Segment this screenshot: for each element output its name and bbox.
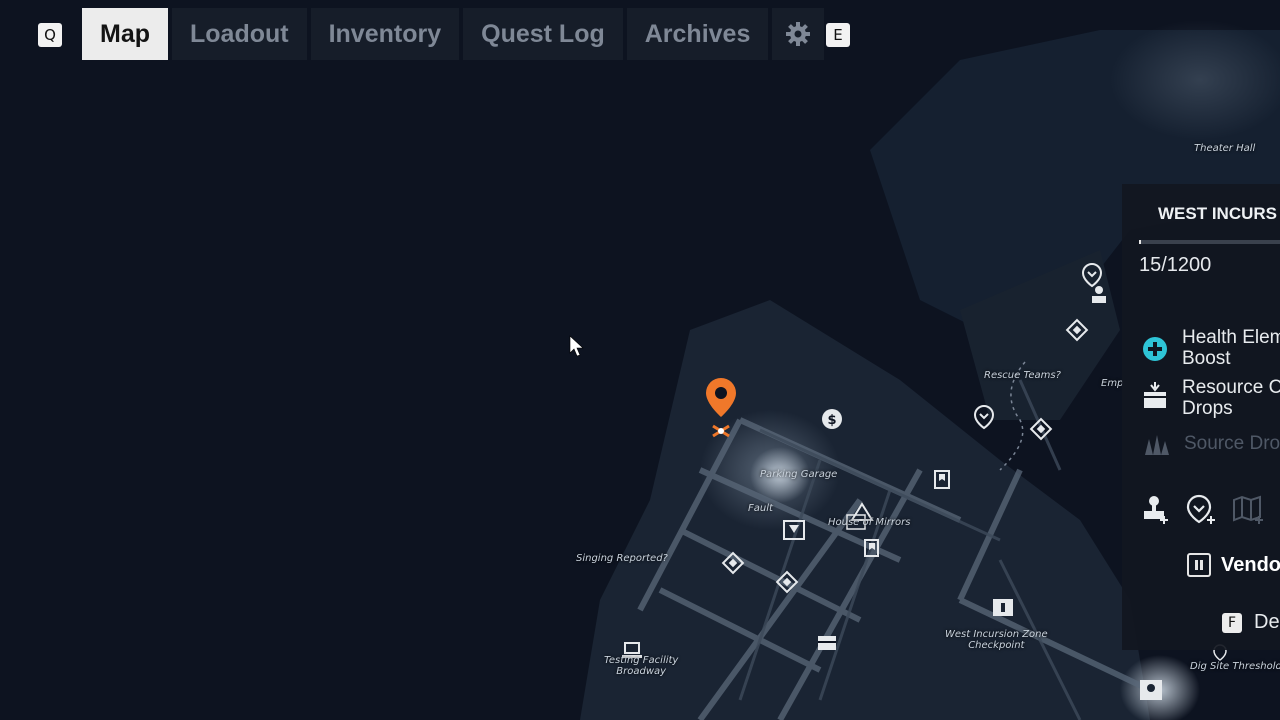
reward-source-drops: Source Dro [1142, 433, 1280, 457]
details-label: De [1254, 611, 1280, 633]
health-plus-icon [1143, 337, 1167, 361]
key-hint-e[interactable]: E [826, 23, 850, 47]
tab-settings[interactable] [772, 8, 825, 60]
reward-resource-drops: Resource C Drops [1142, 377, 1280, 419]
vendor-stall-icon[interactable] [1140, 680, 1162, 700]
gear-icon [786, 22, 811, 46]
action-icon-row [1140, 494, 1264, 524]
tab-bar: Map Loadout Inventory Quest Log Archives [82, 8, 825, 60]
tab-quest-log[interactable]: Quest Log [463, 8, 623, 60]
map-label-emp: Emp [1101, 378, 1124, 389]
map-label-parking-garage: Parking Garage [760, 469, 838, 480]
map-add-icon[interactable] [1232, 494, 1264, 524]
reward-line2: Drops [1182, 398, 1233, 419]
resource-crate-icon [1144, 382, 1166, 408]
pause-icon [1187, 553, 1211, 577]
pin-add-icon[interactable] [1186, 494, 1216, 524]
reward-line1: Health Elem [1182, 327, 1280, 348]
map-label-theater-hall: Theater Hall [1194, 143, 1256, 154]
vendor-button[interactable]: Vendo [1187, 553, 1280, 577]
map-label-testing-facility: Testing Facility Broadway [604, 655, 678, 677]
vendor-label: Vendo [1221, 553, 1280, 576]
checkpoint-icon[interactable] [993, 599, 1013, 616]
map-label-dig-site: Dig Site Threshold [1190, 661, 1280, 672]
zone-progress-fill [1139, 240, 1141, 244]
zone-title: WEST INCURS [1158, 204, 1277, 223]
key-hint-f: F [1222, 612, 1242, 633]
key-hint-q[interactable]: Q [38, 23, 62, 47]
map-label-house-of-mirrors: House of Mirrors [828, 517, 911, 528]
reward-line2: Boost [1182, 348, 1231, 369]
map-label-broadway: Broadway [616, 666, 667, 677]
map-label-rescue-teams: Rescue Teams? [984, 370, 1061, 381]
map-label-testing-facility-line1: Testing Facility [604, 655, 679, 666]
tab-inventory[interactable]: Inventory [310, 8, 460, 60]
reward-label: Health Elem Boost [1182, 327, 1280, 369]
svg-text:$: $ [827, 413, 836, 428]
reward-label: Resource C Drops [1182, 377, 1280, 419]
map-label-checkpoint-line1: West Incursion Zone [945, 629, 1048, 640]
tab-map[interactable]: Map [82, 8, 168, 60]
reward-line1: Resource C [1182, 377, 1280, 398]
map-label-checkpoint: West Incursion Zone Checkpoint [945, 629, 1048, 651]
map-label-singing-reported: Singing Reported? [576, 553, 668, 564]
tab-archives[interactable]: Archives [626, 8, 769, 60]
map-label-checkpoint-line2: Checkpoint [968, 640, 1025, 651]
zone-progress-text: 15/1200 [1139, 254, 1212, 276]
zone-info-panel: WEST INCURS 15/1200 Health Elem Boost Re… [1122, 184, 1280, 650]
reward-health-boost: Health Elem Boost [1142, 327, 1280, 369]
tab-loadout[interactable]: Loadout [172, 8, 307, 60]
source-crystal-icon [1145, 435, 1169, 455]
vendor-dollar-icon[interactable]: $ [822, 409, 842, 429]
world-map[interactable]: $ [0, 0, 1280, 720]
person-add-icon[interactable] [1140, 494, 1170, 524]
reward-line1: Source Dro [1184, 433, 1280, 454]
chest-icon[interactable] [818, 636, 836, 650]
details-button[interactable]: F De [1222, 611, 1280, 634]
map-label-fault: Fault [748, 503, 773, 514]
zone-progress-bar [1139, 240, 1280, 244]
